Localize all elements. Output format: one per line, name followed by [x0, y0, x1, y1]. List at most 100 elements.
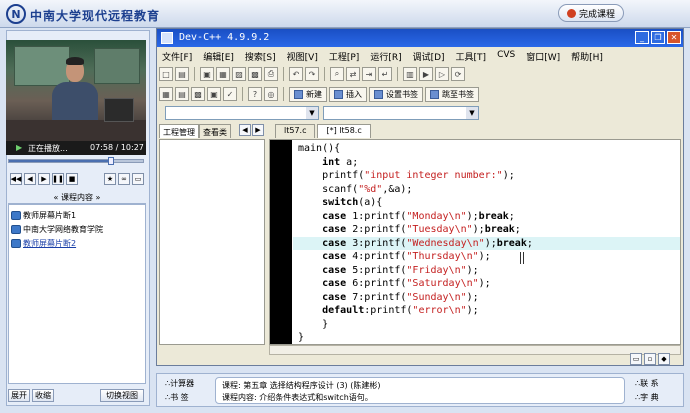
minimize-panel-icon[interactable]: ▭	[630, 353, 642, 365]
arrows-icon[interactable]: ◆	[658, 353, 670, 365]
code-line[interactable]: case 7:printf("Sunday\n");	[298, 291, 479, 305]
loop-icon[interactable]: ∞	[118, 173, 130, 185]
menu-window[interactable]: 窗口[W]	[521, 48, 566, 63]
code-line[interactable]: switch(a){	[298, 196, 382, 210]
menu-search[interactable]: 搜索[S]	[240, 48, 282, 63]
tab-lt58[interactable]: [*] lt58.c	[317, 124, 371, 138]
chevron-down-icon[interactable]: ▼	[466, 107, 478, 119]
code-line-current[interactable]: case 3:printf("Wednesday\n");break;	[293, 236, 680, 250]
redo-icon[interactable]: ↷	[305, 67, 319, 81]
code-line[interactable]: case 1:printf("Monday\n");break;	[298, 210, 515, 224]
rewind-icon[interactable]: ◀◀	[10, 173, 22, 185]
project-icon[interactable]: ▦	[159, 87, 173, 101]
member-selector[interactable]: ▼	[323, 106, 479, 120]
seek-slider[interactable]	[8, 157, 144, 165]
video-backdrop-board	[14, 46, 70, 86]
code-line[interactable]: case 2:printf("Tuesday\n");break;	[298, 223, 521, 237]
insert-icon	[334, 89, 343, 99]
close-file-icon[interactable]: ▨	[232, 67, 246, 81]
list-item[interactable]: 教师屏幕片断1	[11, 209, 76, 221]
dictionary-link[interactable]: ∴字 典	[635, 392, 659, 403]
undo-icon[interactable]: ↶	[289, 67, 303, 81]
options-icon[interactable]: ▩	[191, 87, 205, 101]
menu-run[interactable]: 运行[R]	[365, 48, 407, 63]
favorite-icon[interactable]: ★	[104, 173, 116, 185]
lecture-video[interactable]	[6, 40, 146, 141]
fullscreen-icon[interactable]: ▭	[132, 173, 144, 185]
menu-file[interactable]: 文件[F]	[157, 48, 198, 63]
replace-icon[interactable]: ⇄	[346, 67, 360, 81]
run-icon[interactable]: ▶	[419, 67, 433, 81]
code-line[interactable]: main(){	[298, 142, 340, 156]
insert-button[interactable]: 插入	[329, 86, 367, 102]
seek-handle[interactable]	[107, 157, 114, 165]
code-line[interactable]: case 6:printf("Saturday\n");	[298, 277, 491, 291]
collapse-button[interactable]: 收缩	[32, 389, 54, 402]
find-next-icon[interactable]: ⇥	[362, 67, 376, 81]
restore-icon[interactable]: ❐	[651, 31, 665, 44]
compile-run-icon[interactable]: ▷	[435, 67, 449, 81]
menu-tools[interactable]: 工具[T]	[451, 48, 493, 63]
code-line[interactable]: case 4:printf("Thursday\n");	[298, 250, 491, 264]
menu-project[interactable]: 工程[P]	[324, 48, 365, 63]
finish-course-button[interactable]: 完成课程	[558, 4, 624, 22]
rebuild-icon[interactable]: ⟳	[451, 67, 465, 81]
code-line[interactable]: scanf("%d",&a);	[298, 183, 412, 197]
tab-class-view[interactable]: 查看类	[199, 124, 231, 138]
expand-arrows-icon: »	[95, 193, 101, 202]
open-file-icon[interactable]: ▤	[175, 67, 189, 81]
goto-line-icon[interactable]: ↵	[378, 67, 392, 81]
code-line[interactable]: }	[298, 318, 328, 332]
chevron-down-icon[interactable]: ▼	[306, 107, 318, 119]
step-back-icon[interactable]: ◀	[24, 173, 36, 185]
goto-bookmark-button[interactable]: 跳至书签	[425, 86, 479, 102]
tab-project-manager[interactable]: 工程管理	[159, 124, 199, 138]
debug-icon[interactable]: ▣	[207, 87, 221, 101]
set-bookmark-button[interactable]: 设置书签	[369, 86, 423, 102]
compile-icon[interactable]: ▥	[403, 67, 417, 81]
code-editor[interactable]: main(){ int a; printf("input integer num…	[269, 139, 681, 345]
check-icon[interactable]: ✓	[223, 87, 237, 101]
switch-view-button[interactable]: 切换视图	[100, 389, 144, 402]
close-all-icon[interactable]: ▩	[248, 67, 262, 81]
contact-link[interactable]: ∴联 系	[635, 378, 659, 389]
code-line[interactable]: default:printf("error\n");	[298, 304, 479, 318]
chevron-right-icon[interactable]: ▶	[252, 124, 264, 136]
class-icon[interactable]: ▤	[175, 87, 189, 101]
code-line[interactable]: }	[298, 331, 304, 344]
menu-view[interactable]: 视图[V]	[282, 48, 324, 63]
list-item-active[interactable]: 教师屏幕片断2	[11, 237, 76, 249]
print-icon[interactable]: ⎙	[264, 67, 278, 81]
minimize-icon[interactable]: _	[635, 31, 649, 44]
play-button-icon[interactable]: ▶	[38, 173, 50, 185]
expand-button[interactable]: 展开	[8, 389, 30, 402]
find-icon[interactable]: ⌕	[330, 67, 344, 81]
new-file-icon[interactable]: □	[159, 67, 173, 81]
code-line[interactable]: printf("input integer number:");	[298, 169, 515, 183]
menu-debug[interactable]: 调试[D]	[408, 48, 451, 63]
tab-lt57[interactable]: lt57.c	[275, 124, 316, 138]
pause-icon[interactable]: ❚❚	[52, 173, 64, 185]
save-all-icon[interactable]: ▦	[216, 67, 230, 81]
new-button[interactable]: 新建	[289, 86, 327, 102]
save-icon[interactable]: ▣	[200, 67, 214, 81]
devcpp-title-bar[interactable]: Dev-C++ 4.9.9.2 _ ❐ ✕	[157, 29, 683, 47]
project-pane[interactable]	[159, 139, 265, 345]
code-line[interactable]: int a;	[298, 156, 358, 170]
calculator-link[interactable]: ∴计算器	[165, 378, 194, 389]
menu-edit[interactable]: 编辑[E]	[198, 48, 240, 63]
menu-cvs[interactable]: CVS	[492, 48, 521, 63]
chevron-left-icon[interactable]: ◀	[239, 124, 251, 136]
menu-help[interactable]: 帮助[H]	[566, 48, 609, 63]
code-line[interactable]: case 5:printf("Friday\n");	[298, 264, 479, 278]
stop-icon[interactable]: ■	[66, 173, 78, 185]
horizontal-scrollbar[interactable]	[269, 345, 681, 355]
collapse-panel-icon[interactable]: ▫	[644, 353, 656, 365]
close-icon[interactable]: ✕	[667, 31, 681, 44]
play-icon[interactable]: ▶	[16, 143, 22, 152]
bookmark-link[interactable]: ∴书 签	[165, 392, 189, 403]
class-selector[interactable]: ▼	[165, 106, 319, 120]
help-icon[interactable]: ?	[248, 87, 262, 101]
list-item[interactable]: 中南大学网络教育学院	[11, 223, 103, 235]
about-icon[interactable]: ◎	[264, 87, 278, 101]
